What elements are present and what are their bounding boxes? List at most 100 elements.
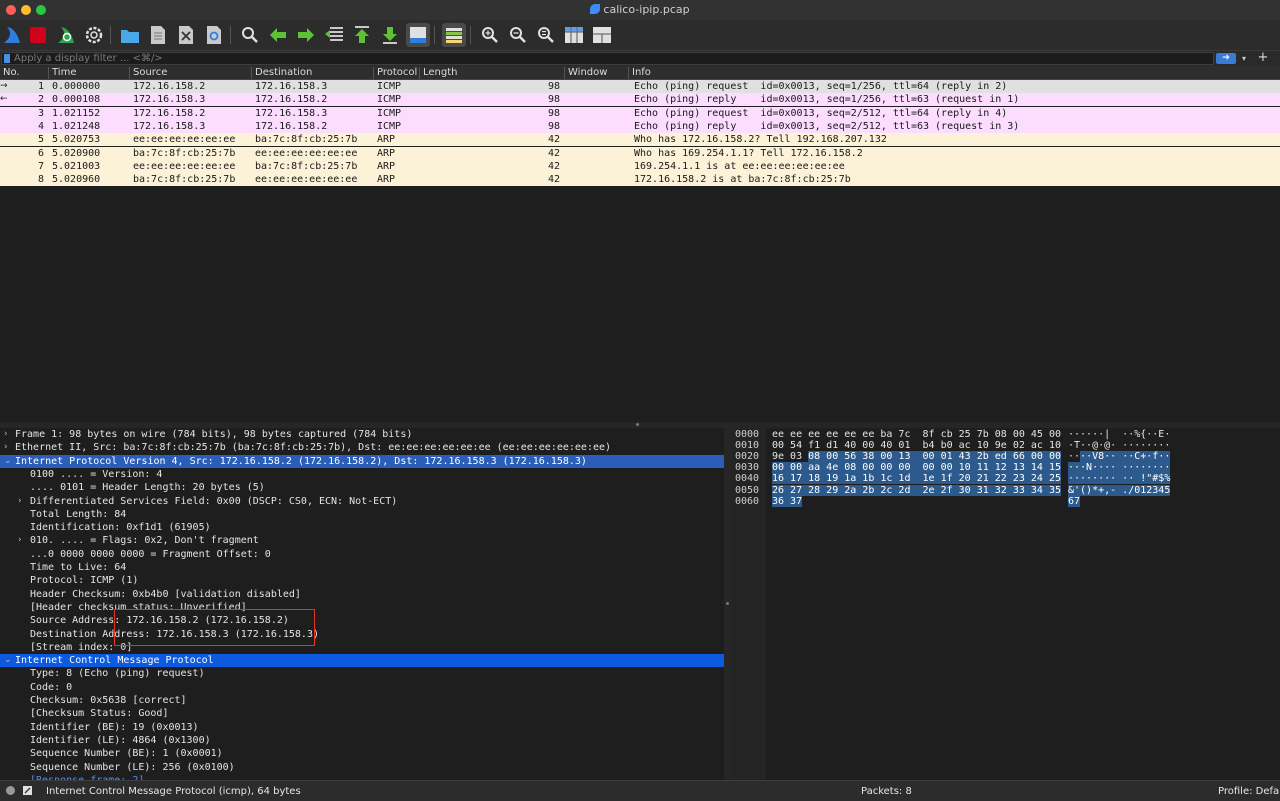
column-header-time[interactable]: Time (48, 67, 76, 79)
go-forward-icon[interactable] (294, 23, 318, 47)
zoom-out-icon[interactable] (506, 23, 530, 47)
detail-tree-item[interactable]: ...0 0000 0000 0000 = Fragment Offset: 0 (0, 548, 724, 561)
detail-tree-item[interactable]: Time to Live: 64 (0, 561, 724, 574)
autoscroll-icon[interactable] (406, 23, 430, 47)
packet-row[interactable]: 7 5.021003 ee:ee:ee:ee:ee:ee ba:7c:8f:cb:25… (0, 159, 1280, 173)
detail-tree-item[interactable]: Identification: 0xf1d1 (61905) (0, 521, 724, 534)
detail-tree-item[interactable]: › 010. .... = Flags: 0x2, Don't fragment (0, 534, 724, 547)
edit-comment-icon[interactable] (22, 785, 33, 796)
status-packet-count: Packets: 8 (861, 786, 912, 797)
expand-chevron-icon[interactable]: › (18, 534, 22, 547)
detail-tree-item[interactable]: .... 0101 = Header Length: 20 bytes (5) (0, 481, 724, 494)
detail-tree-item[interactable]: Identifier (BE): 19 (0x0013) (0, 721, 724, 734)
resize-columns-icon[interactable] (562, 23, 586, 47)
toolbar-separator (470, 26, 471, 44)
zoom-in-icon[interactable] (478, 23, 502, 47)
first-packet-icon[interactable] (350, 23, 374, 47)
detail-text: 0100 .... = Version: 4 (30, 468, 163, 480)
detail-tree-item[interactable]: ⌄ Internet Protocol Version 4, Src: 172.1… (0, 454, 724, 468)
detail-text: Checksum: 0x5638 [correct] (30, 695, 187, 706)
column-header-protocol[interactable]: Protocol (373, 67, 417, 79)
find-packet-icon[interactable] (238, 23, 262, 47)
collapse-chevron-icon[interactable]: ⌄ (4, 654, 12, 667)
packet-cell-time: 5.021003 (52, 160, 101, 172)
filter-history-dropdown-icon[interactable]: ▾ (1239, 52, 1249, 65)
column-header-window[interactable]: Window (564, 67, 607, 79)
detail-tree-item[interactable]: Total Length: 84 (0, 508, 724, 521)
detail-tree-item[interactable]: Source Address: 172.16.158.2 (172.16.158… (0, 614, 724, 627)
close-file-icon[interactable] (174, 23, 198, 47)
packet-row[interactable]: 3 1.021152 172.16.158.2 172.16.158.3 ICMP 98 E… (0, 106, 1280, 120)
detail-tree-item[interactable]: [Stream index: 0] (0, 641, 724, 654)
layout-icon[interactable] (590, 23, 614, 47)
packet-row[interactable]: 5 5.020753 ee:ee:ee:ee:ee:ee ba:7c:8f:cb:25… (0, 133, 1280, 147)
detail-tree-item[interactable]: Header Checksum: 0xb4b0 [validation disa… (0, 588, 724, 601)
column-header-no[interactable]: No. (0, 67, 20, 79)
save-file-icon[interactable] (146, 23, 170, 47)
go-to-packet-icon[interactable] (322, 23, 346, 47)
byte-hex-selected: 08 00 56 38 00 13 00 01 43 2b ed 66 00 0… (808, 451, 1061, 463)
add-filter-button-icon[interactable]: + (1256, 51, 1270, 65)
display-filter-input[interactable] (14, 52, 1204, 65)
packet-cell-dst: 172.16.158.3 (255, 81, 328, 92)
detail-text: Source Address: 172.16.158.2 (172.16.158… (30, 615, 289, 627)
column-header-destination[interactable]: Destination (251, 67, 312, 79)
column-header-info[interactable]: Info (628, 67, 651, 79)
detail-text: Frame 1: 98 bytes on wire (784 bits), 98… (15, 429, 413, 440)
detail-text: Identifier (LE): 4864 (0x1300) (30, 734, 211, 746)
detail-tree-item[interactable]: › Differentiated Services Field: 0x00 (DS… (0, 495, 724, 508)
detail-tree-item[interactable]: › Ethernet II, Src: ba:7c:8f:cb:25:7b (ba… (0, 441, 724, 454)
zoom-normal-icon[interactable] (534, 23, 558, 47)
byte-hex-selected: 36 37 (772, 495, 803, 507)
bookmark-icon[interactable] (4, 54, 10, 63)
main-toolbar (0, 20, 1280, 50)
packet-row[interactable]: ← 2 0.000108 172.16.158.3 172.16.158.2 ICMP 98… (0, 93, 1280, 107)
detail-tree-item[interactable]: Type: 8 (Echo (ping) request) (0, 667, 724, 680)
collapse-chevron-icon[interactable]: ⌄ (4, 455, 12, 468)
packet-cell-dst: ba:7c:8f:cb:25:7b (255, 134, 358, 146)
byte-hex-selected: 26 27 28 29 2a 2b 2c 2d 2e 2f 30 31 32 3… (772, 484, 1061, 496)
packet-cell-time: 1.021248 (52, 120, 101, 132)
expand-chevron-icon[interactable]: › (4, 441, 8, 454)
packet-row[interactable]: 4 1.021248 172.16.158.3 172.16.158.2 ICMP 98 E… (0, 119, 1280, 133)
status-profile[interactable]: Profile: Default (1218, 786, 1280, 797)
detail-tree-item[interactable]: Code: 0 (0, 681, 724, 694)
detail-tree-item[interactable]: Protocol: ICMP (1) (0, 574, 724, 587)
shark-fin-start-icon[interactable] (0, 23, 24, 47)
expand-chevron-icon[interactable]: › (4, 428, 8, 441)
detail-tree-item[interactable]: Sequence Number (BE): 1 (0x0001) (0, 747, 724, 760)
detail-tree-item[interactable]: 0100 .... = Version: 4 (0, 468, 724, 481)
go-back-icon[interactable] (266, 23, 290, 47)
detail-tree-item[interactable]: Checksum: 0x5638 [correct] (0, 694, 724, 707)
detail-tree-item[interactable]: Destination Address: 172.16.158.3 (172.1… (0, 628, 724, 641)
column-header-length[interactable]: Length (419, 67, 458, 79)
column-header-source[interactable]: Source (129, 67, 167, 79)
toolbar-separator (230, 26, 231, 44)
restart-capture-icon[interactable] (54, 23, 78, 47)
packet-cell-len: 42 (547, 147, 560, 159)
byte-ascii-selected: ··V8·· ··C+·f·· (1080, 451, 1171, 463)
detail-tree-item[interactable]: Sequence Number (LE): 256 (0x0100) (0, 761, 724, 774)
colorize-icon[interactable] (442, 23, 466, 47)
vertical-splitter[interactable] (724, 428, 732, 780)
detail-tree-item[interactable]: Identifier (LE): 4864 (0x1300) (0, 734, 724, 747)
capture-options-icon[interactable] (82, 23, 106, 47)
open-file-icon[interactable] (118, 23, 142, 47)
packet-row[interactable]: 8 5.020960 ba:7c:8f:cb:25:7b ee:ee:ee:ee:ee… (0, 173, 1280, 187)
display-filter-field[interactable] (1, 52, 1214, 65)
packet-cell-proto: ICMP (377, 81, 402, 92)
packet-row[interactable]: 6 5.020900 ba:7c:8f:cb:25:7b ee:ee:ee:ee:ee… (0, 146, 1280, 160)
byte-ascii-plain: ······| ··%{··E· (1068, 429, 1171, 440)
detail-tree-item[interactable]: ⌄ Internet Control Message Protocol (0, 654, 724, 668)
last-packet-icon[interactable] (378, 23, 402, 47)
detail-tree-item[interactable]: [Header checksum status: Unverified] (0, 601, 724, 614)
packet-row[interactable]: → 1 0.000000 172.16.158.2 172.16.158.3 ICMP 98… (0, 80, 1280, 93)
expand-chevron-icon[interactable]: › (18, 495, 22, 508)
stop-capture-icon[interactable] (26, 23, 50, 47)
reload-file-icon[interactable] (202, 23, 226, 47)
apply-filter-button[interactable]: ➔ (1216, 53, 1236, 64)
ready-status-icon[interactable] (5, 785, 16, 796)
detail-text: Internet Protocol Version 4, Src: 172.16… (15, 455, 587, 467)
detail-tree-item[interactable]: › Frame 1: 98 bytes on wire (784 bits), 9… (0, 428, 724, 441)
detail-tree-item[interactable]: [Checksum Status: Good] (0, 707, 724, 720)
